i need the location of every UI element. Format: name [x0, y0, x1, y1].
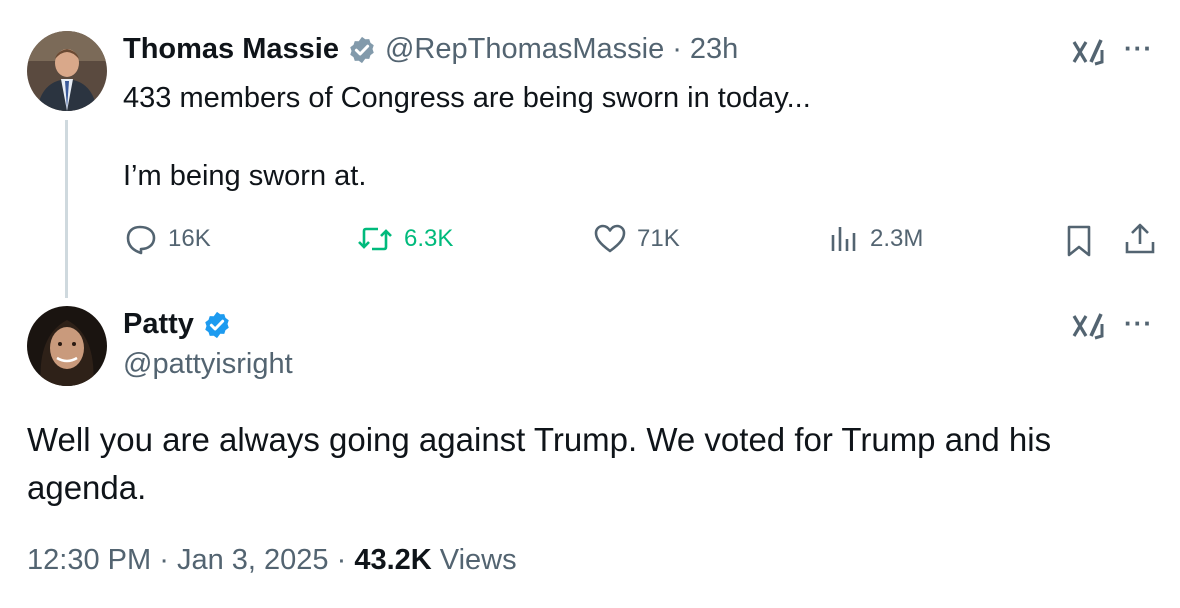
meta-separator-1: · [159, 544, 169, 576]
repost-icon [356, 223, 394, 255]
avatar-thomas-massie[interactable] [27, 31, 107, 111]
original-tweet-header: Thomas Massie @RepThomasMassie · 23h [123, 33, 738, 66]
reply-views-count[interactable]: 43.2K [354, 544, 431, 576]
views-action-button[interactable]: 2.3M [828, 223, 923, 255]
more-options-icon[interactable]: ··· [1124, 33, 1153, 64]
verified-blue-badge-icon[interactable] [202, 310, 232, 340]
tweet-time[interactable]: 23h [690, 33, 738, 66]
original-tweet-text-line1: 433 members of Congress are being sworn … [123, 82, 811, 114]
author-name[interactable]: Thomas Massie [123, 33, 339, 66]
reply-metadata: 12:30 PM · Jan 3, 2025 · 43.2K Views [27, 544, 517, 577]
heart-icon [593, 223, 627, 255]
bookmark-icon[interactable] [1064, 224, 1094, 258]
verified-government-badge-icon[interactable] [347, 35, 377, 65]
analytics-bars-icon [828, 223, 860, 255]
author-handle[interactable]: @RepThomasMassie [385, 33, 664, 66]
reply-header: Patty [123, 308, 232, 341]
reply-views-label: Views [439, 544, 517, 576]
grok-icon[interactable] [1071, 36, 1105, 68]
like-action-button[interactable]: 71K [593, 223, 680, 255]
grok-icon-reply[interactable] [1071, 310, 1105, 342]
reply-more-options-icon[interactable]: ··· [1124, 308, 1153, 339]
share-icon[interactable] [1123, 222, 1157, 256]
time-separator: · [672, 33, 682, 65]
views-count: 2.3M [870, 225, 924, 252]
reply-author-name[interactable]: Patty [123, 308, 194, 341]
reply-date[interactable]: Jan 3, 2025 [177, 544, 329, 576]
avatar-patty[interactable] [27, 306, 107, 386]
original-tweet-text-line2: I’m being sworn at. [123, 160, 367, 192]
repost-action-button[interactable]: 6.3K [356, 223, 453, 255]
reply-count: 16K [168, 225, 211, 252]
reply-action-button[interactable]: 16K [124, 223, 211, 255]
reply-tweet-text: Well you are always going against Trump.… [27, 421, 1052, 506]
meta-separator-2: · [336, 544, 347, 576]
like-count: 71K [637, 225, 680, 252]
reply-time[interactable]: 12:30 PM [27, 544, 151, 576]
thread-connector-line [65, 120, 68, 298]
repost-count: 6.3K [404, 225, 454, 252]
reply-author-handle[interactable]: @pattyisright [123, 348, 293, 381]
reply-bubble-icon [124, 223, 158, 255]
